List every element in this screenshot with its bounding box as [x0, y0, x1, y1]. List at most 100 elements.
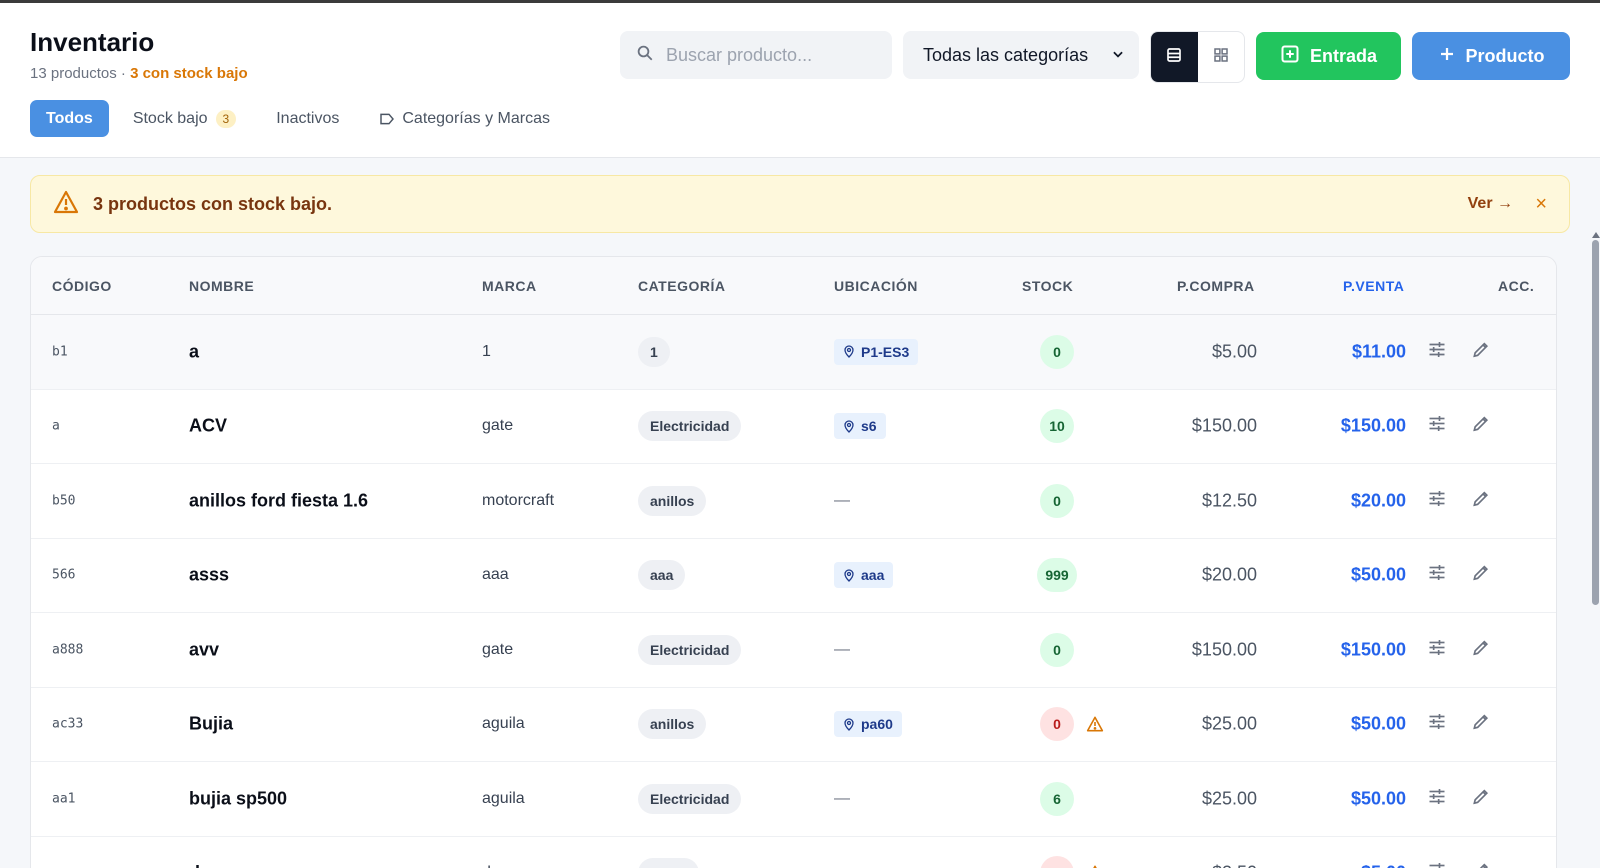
- adjust-stock-icon[interactable]: [1427, 637, 1447, 662]
- tab-label: Todos: [46, 109, 93, 127]
- sale-price: $20.00: [1350, 490, 1406, 511]
- sale-price: $50.00: [1350, 788, 1406, 809]
- column-header-marca[interactable]: MARCA: [482, 278, 537, 294]
- column-header-ubicacion[interactable]: UBICACIÓN: [834, 278, 918, 294]
- tab-categorias-marcas[interactable]: Categorías y Marcas: [363, 100, 566, 137]
- search-input[interactable]: [666, 44, 886, 66]
- row-actions: [1427, 563, 1491, 588]
- column-header-nombre[interactable]: NOMBRE: [189, 278, 254, 294]
- stock-badge: 0: [1040, 632, 1074, 667]
- tab-count-badge: 3: [215, 109, 237, 128]
- plus-icon: [1438, 45, 1456, 68]
- low-stock-alert: 3 productos con stock bajo. Ver → ×: [30, 175, 1570, 233]
- alert-message: 3 productos con stock bajo.: [93, 193, 333, 214]
- list-view-button[interactable]: [1151, 32, 1198, 82]
- adjust-stock-icon[interactable]: [1427, 786, 1447, 811]
- table-row[interactable]: b1 a 1 1 P1-ES3 0 $5.00 $11.00: [31, 315, 1556, 390]
- column-header-codigo[interactable]: CÓDIGO: [52, 278, 112, 294]
- stock-badge: 999: [1037, 558, 1077, 593]
- column-header-acciones: ACC.: [1498, 278, 1535, 294]
- purchase-price: $2.50: [1137, 863, 1257, 868]
- column-header-stock[interactable]: STOCK: [1022, 278, 1073, 294]
- table-row[interactable]: aa1 bujia sp500 aguila Electricidad — 6 …: [31, 762, 1556, 837]
- tab-label: Inactivos: [276, 109, 340, 127]
- purchase-price: $25.00: [1201, 713, 1257, 734]
- edit-pencil-icon[interactable]: [1471, 414, 1491, 439]
- tab-label: Categorías y Marcas: [402, 109, 550, 127]
- table-row[interactable]: 566 asss aaa aaa aaa 999 $20.00 $50.00: [31, 539, 1556, 613]
- edit-pencil-icon[interactable]: [1471, 861, 1491, 868]
- stock-badge: 0: [1040, 707, 1074, 742]
- sale-price: $50.00: [1350, 713, 1406, 734]
- sale-price: $5.00: [1286, 863, 1406, 868]
- row-actions: [1427, 861, 1491, 868]
- stock-badge: 0: [1040, 334, 1074, 369]
- entrada-label: Entrada: [1309, 45, 1378, 66]
- purchase-price: $25.00: [1201, 788, 1257, 809]
- edit-pencil-icon[interactable]: [1471, 339, 1491, 364]
- product-count: 13 productos: [30, 65, 117, 82]
- page-subtitle: 13 productos · 3 con stock bajo: [30, 65, 248, 82]
- adjust-stock-icon[interactable]: [1427, 712, 1447, 737]
- table-header: CÓDIGO NOMBRE MARCA CATEGORÍA UBICACIÓN …: [31, 257, 1556, 315]
- adjust-stock-icon[interactable]: [1427, 339, 1447, 364]
- column-header-p-venta[interactable]: P.VENTA: [1343, 278, 1404, 294]
- filter-tabs: Todos Stock bajo 3 Inactivos Categorías …: [30, 100, 574, 137]
- edit-pencil-icon[interactable]: [1471, 563, 1491, 588]
- tab-inactivos[interactable]: Inactivos: [260, 100, 355, 137]
- row-actions: [1427, 339, 1491, 364]
- adjust-stock-icon[interactable]: [1427, 414, 1447, 439]
- table-row[interactable]: a888 avv gate Electricidad — 0 $150.00 $…: [31, 613, 1556, 688]
- edit-pencil-icon[interactable]: [1471, 786, 1491, 811]
- scroll-up-arrow-icon[interactable]: [1592, 232, 1600, 238]
- edit-pencil-icon[interactable]: [1471, 712, 1491, 737]
- tab-todos[interactable]: Todos: [30, 100, 109, 137]
- table-row[interactable]: ac33 Bujia aguila anillos pa60 0 $25.00 …: [31, 688, 1556, 762]
- edit-pencil-icon[interactable]: [1471, 488, 1491, 513]
- page-scrollbar[interactable]: [1590, 232, 1600, 852]
- table-body: b1 a 1 1 P1-ES3 0 $5.00 $11.00 a ACV gat…: [31, 315, 1556, 868]
- warning-icon: [53, 190, 79, 219]
- purchase-price: $5.00: [1211, 341, 1257, 362]
- adjust-stock-icon[interactable]: [1427, 563, 1447, 588]
- stock-badge: 10: [1040, 409, 1074, 444]
- edit-pencil-icon[interactable]: [1471, 637, 1491, 662]
- row-actions: [1427, 488, 1491, 513]
- close-icon[interactable]: ×: [1535, 193, 1547, 216]
- row-actions: [1427, 786, 1491, 811]
- alert-view-link[interactable]: Ver →: [1468, 195, 1513, 213]
- row-actions: [1427, 414, 1491, 439]
- search-icon: [636, 44, 654, 67]
- page-title: Inventario: [30, 27, 155, 57]
- search-box[interactable]: [620, 31, 892, 79]
- tag-icon: [379, 111, 395, 127]
- sale-price: $150.00: [1340, 639, 1406, 660]
- add-product-button[interactable]: Producto: [1412, 32, 1570, 80]
- scrollbar-thumb[interactable]: [1592, 240, 1599, 605]
- low-stock-warning-icon: [1086, 716, 1104, 732]
- stock-badge: 6: [1040, 781, 1074, 816]
- chevron-down-icon: [1111, 45, 1125, 66]
- list-icon: [1165, 46, 1183, 69]
- grid-view-button[interactable]: [1198, 32, 1245, 82]
- category-select[interactable]: Todas las categorías: [903, 31, 1139, 79]
- category-select-value: Todas las categorías: [923, 44, 1089, 65]
- row-actions: [1427, 712, 1491, 737]
- page-header: Inventario 13 productos · 3 con stock ba…: [0, 3, 1600, 158]
- sale-price: $50.00: [1350, 564, 1406, 585]
- adjust-stock-icon[interactable]: [1427, 488, 1447, 513]
- table-row[interactable]: a demo demo demo — 1 $2.50 $5.00: [31, 837, 1556, 868]
- adjust-stock-icon[interactable]: [1427, 861, 1447, 868]
- entrada-button[interactable]: Entrada: [1256, 32, 1401, 80]
- inventory-table: CÓDIGO NOMBRE MARCA CATEGORÍA UBICACIÓN …: [30, 256, 1557, 868]
- column-header-categoria[interactable]: CATEGORÍA: [638, 278, 725, 294]
- purchase-price: $12.50: [1201, 490, 1257, 511]
- subtitle-separator: ·: [116, 65, 131, 82]
- table-row[interactable]: b50 anillos ford fiesta 1.6 motorcraft a…: [31, 464, 1556, 539]
- table-row[interactable]: a ACV gate Electricidad s6 10 $150.00 $1…: [31, 390, 1556, 464]
- column-header-p-compra[interactable]: P.COMPRA: [1177, 278, 1255, 294]
- tab-stock-bajo[interactable]: Stock bajo 3: [117, 100, 252, 137]
- low-stock-count: 3 con stock bajo: [130, 65, 248, 82]
- sale-price: $150.00: [1340, 415, 1406, 436]
- tab-label: Stock bajo: [132, 109, 208, 127]
